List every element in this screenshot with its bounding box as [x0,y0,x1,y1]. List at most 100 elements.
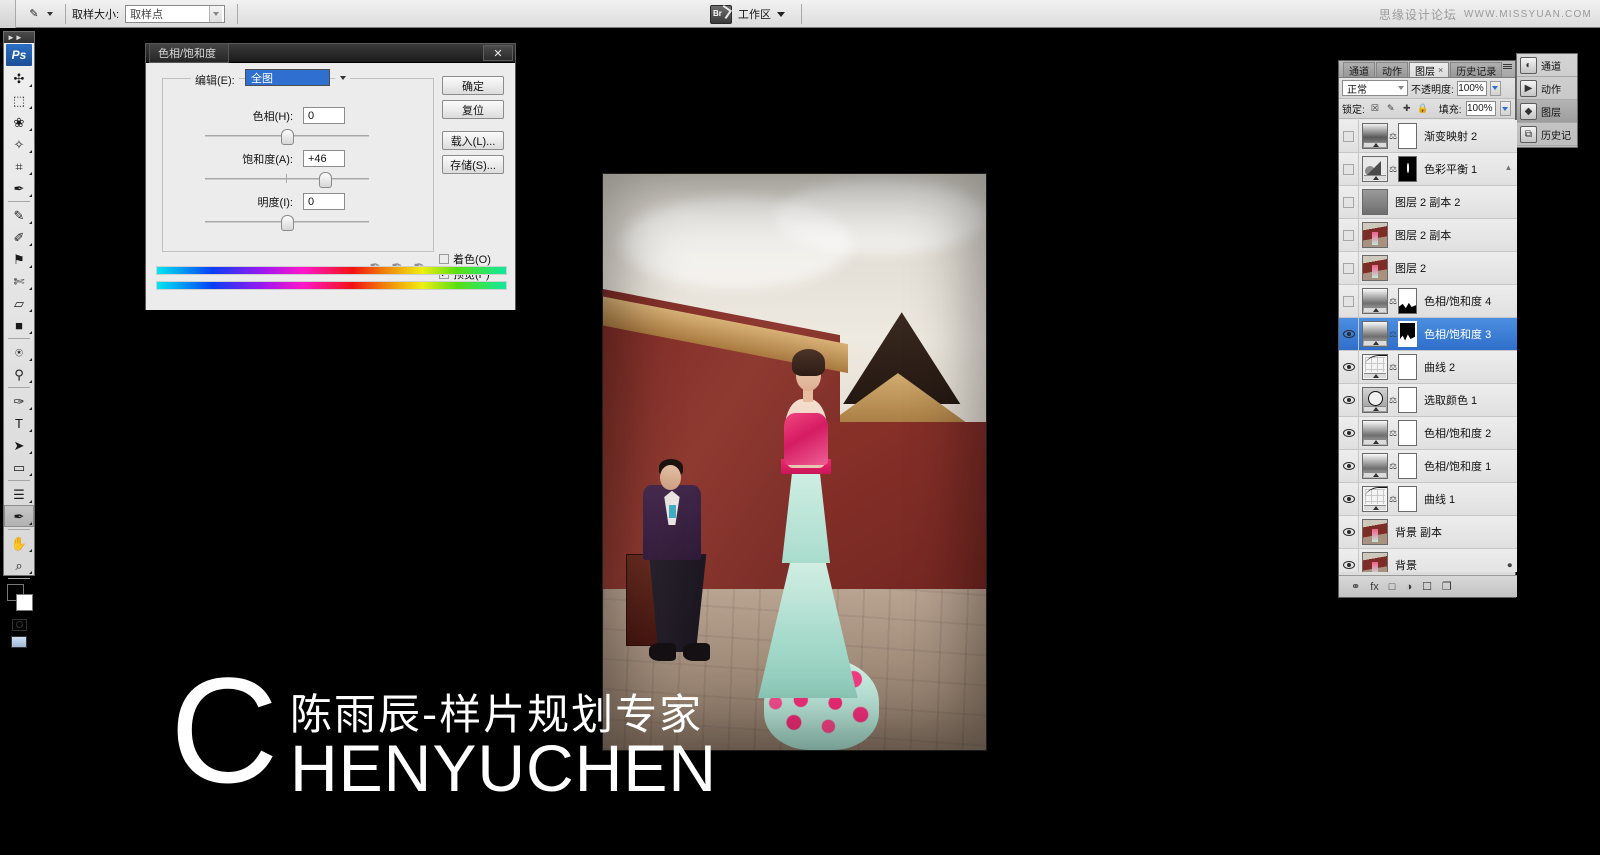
layer-row[interactable]: ⚖曲线 1 [1339,483,1517,516]
slider-track-1[interactable] [205,172,369,186]
eyedropper-tool[interactable]: ✒ [4,505,34,527]
link-icon[interactable]: ⚖ [1388,164,1398,175]
colorize-checkbox[interactable]: 着色(O) [439,251,491,267]
lock-transparency-icon[interactable]: ☒ [1369,103,1381,115]
clone-stamp-tool[interactable]: ⚑ [4,248,34,270]
brush-tool[interactable]: ✐ [4,226,34,248]
save-button[interactable]: 存储(S)... [442,155,504,174]
type-tool[interactable]: T [4,412,34,434]
fill-stepper[interactable] [1500,101,1511,116]
slider-track-2[interactable] [205,215,369,229]
layer-mask-thumbnail[interactable] [1398,288,1417,314]
layer-thumbnail[interactable] [1362,519,1388,545]
dialog-title-bar[interactable]: 色相/饱和度 ✕ [146,44,515,63]
zoom-tool[interactable]: ⌕ [4,554,34,576]
layer-mask-thumbnail[interactable] [1398,420,1417,446]
layer-row[interactable]: ⚖渐变映射 2 [1339,120,1517,153]
slider-knob[interactable] [281,129,294,145]
layer-visibility-toggle[interactable] [1339,417,1359,450]
hand-tool[interactable]: ✋ [4,532,34,554]
lock-position-icon[interactable]: ✚ [1401,103,1413,115]
pen-tool[interactable]: ✑ [4,390,34,412]
layer-visibility-toggle[interactable] [1339,318,1359,351]
dock-actions[interactable]: ▶动作 [1517,77,1577,100]
gradient-tool[interactable]: ■ [4,314,34,336]
layer-row[interactable]: ⚖色相/饱和度 1 [1339,450,1517,483]
scroll-up-arrow[interactable]: ▲ [1503,161,1514,173]
lasso-tool[interactable]: ❀ [4,111,34,133]
tab-history[interactable]: 历史记录 [1450,62,1502,77]
chevron-down-icon[interactable] [335,69,350,86]
panel-menu-icon[interactable] [1503,64,1512,69]
close-icon[interactable]: × [1438,65,1443,75]
layer-thumbnail[interactable] [1362,387,1388,413]
link-icon[interactable]: ⚖ [1388,395,1398,406]
layer-thumbnail[interactable] [1362,486,1388,512]
screen-mode-toggle[interactable] [4,633,34,650]
new-group-button[interactable]: ☐ [1422,580,1432,593]
history-brush-tool[interactable]: ✄ [4,270,34,292]
opacity-stepper[interactable] [1490,81,1501,96]
path-selection-tool[interactable]: ➤ [4,434,34,456]
checkbox-box[interactable] [439,254,449,264]
layer-mask-thumbnail[interactable] [1398,486,1417,512]
link-icon[interactable]: ⚖ [1388,296,1398,307]
layer-visibility-toggle[interactable] [1339,186,1359,219]
spectrum-bar-result[interactable] [156,281,507,290]
layer-thumbnail[interactable] [1362,255,1388,281]
layer-row[interactable]: 背景 副本 [1339,516,1517,549]
layer-row[interactable]: 图层 2 副本 [1339,219,1517,252]
layer-mask-thumbnail[interactable] [1398,387,1417,413]
layer-row[interactable]: 背景⏺ [1339,549,1517,572]
link-icon[interactable]: ⚖ [1388,461,1398,472]
blend-mode-select[interactable]: 正常 [1342,80,1408,96]
layer-row[interactable]: ⚖曲线 2 [1339,351,1517,384]
healing-brush-tool[interactable]: ✎ [4,204,34,226]
add-mask-button[interactable]: □ [1389,581,1396,593]
layer-row[interactable]: 图层 2 副本 2 [1339,186,1517,219]
slider-value-field[interactable]: +46 [303,150,345,167]
link-layers-button[interactable]: ⚭ [1351,580,1360,593]
tools-panel-collapse[interactable]: ►► [4,32,34,43]
layer-thumbnail[interactable] [1362,321,1388,347]
dodge-tool[interactable]: ⚲ [4,363,34,385]
tab-actions[interactable]: 动作 [1376,62,1408,77]
layer-visibility-toggle[interactable] [1339,285,1359,318]
dock-layers[interactable]: ◆图层 [1517,100,1577,123]
layer-row[interactable]: ⚖色彩平衡 1 [1339,153,1517,186]
layer-mask-thumbnail[interactable] [1398,354,1417,380]
ok-button[interactable]: 确定 [442,76,504,95]
layer-thumbnail[interactable] [1362,552,1388,572]
sample-size-select[interactable]: 取样点 [125,5,225,23]
workspace-label[interactable]: 工作区 [738,6,771,22]
layer-row[interactable]: ⚖色相/饱和度 2 [1339,417,1517,450]
color-swatches[interactable] [4,582,34,616]
layer-visibility-toggle[interactable] [1339,120,1359,153]
eraser-tool[interactable]: ▱ [4,292,34,314]
hue-saturation-dialog[interactable]: 色相/饱和度 ✕ 编辑(E): 全图 色相(H):0饱和度(A):+46明度(I… [145,43,516,310]
close-icon[interactable]: ✕ [483,45,513,61]
layer-visibility-toggle[interactable] [1339,516,1359,549]
quick-mask-toggle[interactable] [4,616,34,633]
background-color-swatch[interactable] [16,594,33,611]
active-tool-picker[interactable]: ✎ [16,1,59,27]
layer-thumbnail[interactable] [1362,354,1388,380]
tab-channels[interactable]: 通道 [1343,62,1375,77]
layer-visibility-toggle[interactable] [1339,483,1359,516]
link-icon[interactable]: ⚖ [1388,362,1398,373]
fill-value[interactable]: 100% [1466,101,1496,116]
adjustment-layer-button[interactable]: ◑ [1405,581,1412,593]
slider-track-0[interactable] [205,129,369,143]
magic-wand-tool[interactable]: ✧ [4,133,34,155]
link-icon[interactable]: ⚖ [1388,494,1398,505]
slider-knob[interactable] [319,172,332,188]
move-tool[interactable]: ✣ [4,67,34,89]
lock-pixels-icon[interactable]: ✎ [1385,103,1397,115]
chevron-down-icon[interactable] [777,12,785,17]
link-icon[interactable]: ⚖ [1388,428,1398,439]
layer-thumbnail[interactable] [1362,288,1388,314]
layer-thumbnail[interactable] [1362,189,1388,215]
layer-thumbnail[interactable] [1362,123,1388,149]
crop-tool[interactable]: ⌗ [4,155,34,177]
shape-tool[interactable]: ▭ [4,456,34,478]
